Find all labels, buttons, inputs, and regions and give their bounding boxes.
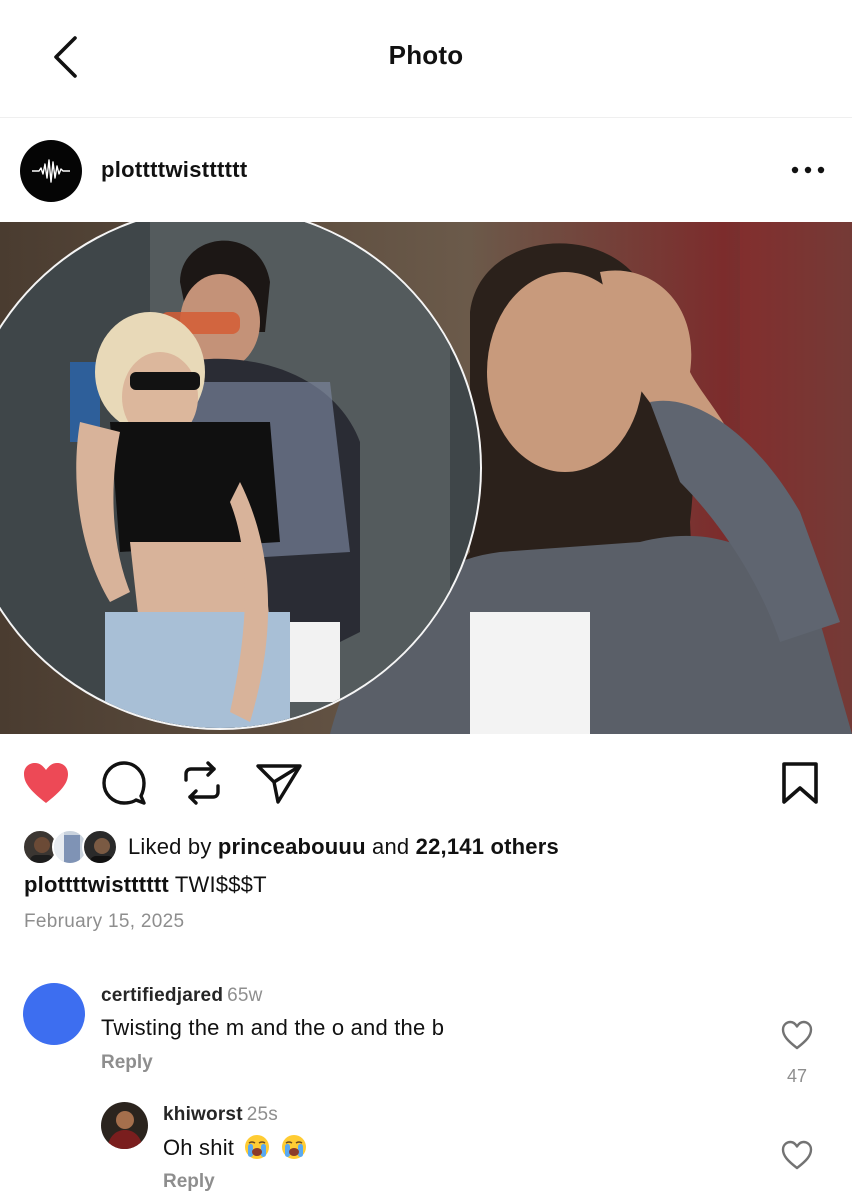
- more-options-button[interactable]: [788, 156, 828, 184]
- repost-button[interactable]: [177, 758, 227, 808]
- post-actions: [0, 750, 852, 814]
- waveform-icon: [32, 159, 70, 183]
- liked-by-label: Liked by: [128, 834, 212, 859]
- liked-by-user-link[interactable]: princeabouuu: [218, 834, 366, 859]
- save-button[interactable]: [775, 758, 825, 808]
- post-date: February 15, 2025: [24, 911, 185, 932]
- comment-text-label: Oh shit: [163, 1135, 235, 1160]
- likes-count-link[interactable]: 22,141 others: [416, 834, 559, 859]
- comment-username[interactable]: certifiedjared 65w: [101, 985, 263, 1007]
- top-bar: Photo: [0, 0, 852, 118]
- more-horizontal-icon[interactable]: [791, 166, 825, 174]
- comment-user-label[interactable]: certifiedjared: [101, 985, 223, 1006]
- reply-button[interactable]: Reply: [163, 1171, 215, 1193]
- comment-like-button[interactable]: [777, 1015, 817, 1055]
- like-button[interactable]: [21, 758, 71, 808]
- share-button[interactable]: [254, 758, 304, 808]
- reply-button[interactable]: Reply: [101, 1052, 153, 1074]
- caption-text: TWI$$$T: [174, 872, 267, 897]
- comment-user-label[interactable]: khiworst: [163, 1104, 243, 1125]
- comment-time: 25s: [246, 1104, 278, 1125]
- crying-face-emoji: [245, 1135, 270, 1159]
- heart-outline-icon[interactable]: [781, 1140, 813, 1170]
- comment-time: 65w: [227, 985, 263, 1006]
- likes-summary[interactable]: Liked by princeabouuu and 22,141 others: [22, 826, 559, 868]
- comment-text: Twisting the m and the o and the b: [101, 1015, 445, 1040]
- send-icon[interactable]: [255, 761, 303, 805]
- avatar[interactable]: [101, 1102, 148, 1149]
- caption-username[interactable]: plottttwistttttt: [24, 872, 169, 897]
- author-avatar[interactable]: [20, 140, 82, 202]
- post-caption: plottttwistttttt TWI$$$T: [24, 872, 267, 898]
- comment-like-button[interactable]: [777, 1135, 817, 1175]
- post-photo[interactable]: [0, 222, 852, 734]
- comment-text: Oh shit: [163, 1134, 307, 1161]
- page-title: Photo: [388, 40, 464, 70]
- comment-button[interactable]: [99, 758, 149, 808]
- bookmark-icon[interactable]: [780, 761, 820, 805]
- author-username[interactable]: plottttwistttttt: [101, 157, 248, 183]
- comment-username[interactable]: khiworst 25s: [163, 1104, 278, 1126]
- liked-by-connector: and: [372, 834, 410, 859]
- avatar[interactable]: [23, 983, 85, 1045]
- repost-icon[interactable]: [180, 760, 224, 806]
- comment-icon[interactable]: [101, 760, 147, 806]
- likes-text: Liked by princeabouuu and 22,141 others: [128, 834, 559, 860]
- heart-filled-icon[interactable]: [22, 761, 70, 805]
- crying-face-emoji: [281, 1135, 306, 1159]
- heart-outline-icon[interactable]: [781, 1020, 813, 1050]
- comment-like-count: 47: [786, 1066, 808, 1086]
- post-header: plottttwistttttt: [0, 118, 852, 222]
- liker-avatars: [22, 827, 122, 867]
- avatar: [82, 829, 118, 865]
